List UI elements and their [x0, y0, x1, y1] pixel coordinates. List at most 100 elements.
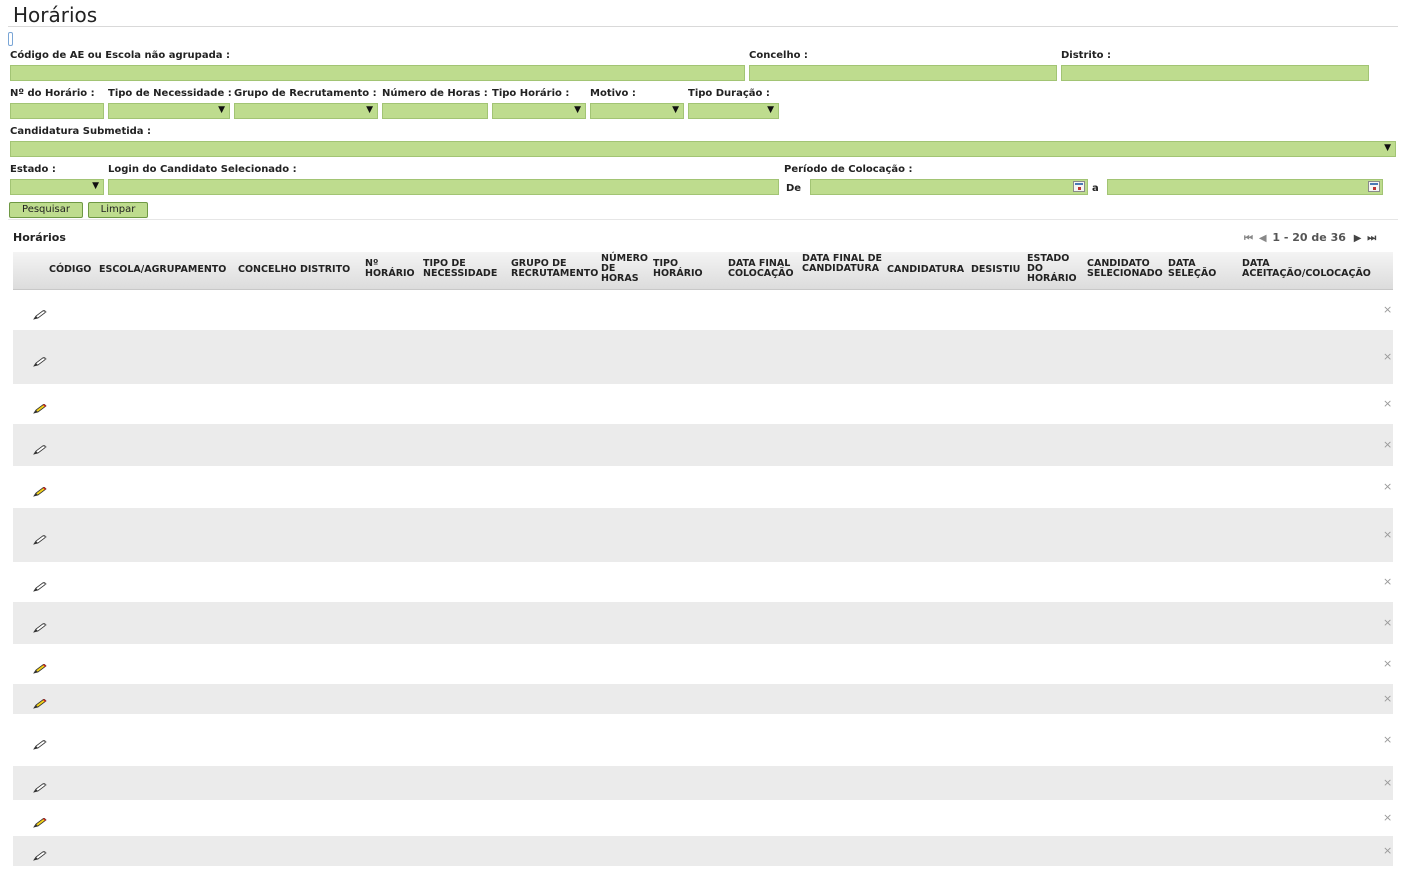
tipo-necessidade-select[interactable] [108, 103, 230, 119]
col-concelho[interactable]: CONCELHO [238, 265, 297, 275]
col-codigo[interactable]: CÓDIGO [49, 265, 91, 275]
edit-pencil-icon[interactable] [33, 399, 47, 414]
table-cell [1242, 804, 1382, 832]
table-row[interactable]: × [13, 508, 1393, 562]
concelho-input[interactable] [749, 65, 1057, 81]
numero-horas-input[interactable] [382, 103, 488, 119]
col-grupo-recrutamento[interactable]: GRUPO DE RECRUTAMENTO [511, 259, 601, 279]
delete-icon[interactable]: × [1383, 303, 1392, 316]
col-candidato-selecionado[interactable]: CANDIDATO SELECIONADO [1087, 259, 1167, 279]
delete-icon[interactable]: × [1383, 733, 1392, 746]
edit-pencil-icon[interactable] [33, 482, 47, 497]
delete-icon[interactable]: × [1383, 776, 1392, 789]
edit-pencil-icon[interactable] [33, 577, 47, 592]
edit-pencil-icon[interactable] [33, 659, 47, 674]
periodo-end-input[interactable] [1107, 179, 1383, 195]
table-cell [728, 606, 800, 640]
candidatura-select[interactable] [10, 141, 1396, 157]
next-page-icon[interactable]: ▶ [1354, 233, 1362, 244]
table-cell [601, 428, 649, 462]
col-tipo-horario[interactable]: TIPO HORÁRIO [653, 259, 703, 279]
col-escola[interactable]: ESCOLA/AGRUPAMENTO [99, 265, 226, 275]
col-num-horario[interactable]: Nº HORÁRIO [365, 259, 415, 279]
edit-pencil-icon[interactable] [33, 530, 47, 545]
clear-button[interactable]: Limpar [88, 202, 148, 218]
col-candidatura[interactable]: CANDIDATURA [887, 265, 964, 275]
tipo-horario-select[interactable] [492, 103, 586, 119]
table-cell [1027, 648, 1083, 680]
table-cell [728, 512, 800, 558]
search-button[interactable]: Pesquisar [9, 202, 83, 218]
edit-pencil-icon[interactable] [33, 440, 47, 455]
login-input[interactable] [108, 179, 779, 195]
col-tipo-necessidade[interactable]: TIPO DE NECESSIDADE [423, 259, 503, 279]
delete-icon[interactable]: × [1383, 657, 1392, 670]
table-cell [971, 840, 1025, 862]
table-cell [238, 840, 296, 862]
distrito-input[interactable] [1061, 65, 1369, 81]
table-row[interactable]: × [13, 424, 1393, 466]
delete-icon[interactable]: × [1383, 397, 1392, 410]
delete-icon[interactable]: × [1383, 480, 1392, 493]
edit-pencil-icon[interactable] [33, 735, 47, 750]
periodo-start-input[interactable] [810, 179, 1088, 195]
num-horario-input[interactable] [10, 103, 104, 119]
edit-pencil-icon[interactable] [33, 694, 47, 709]
estado-select[interactable] [10, 179, 104, 195]
table-row[interactable]: × [13, 602, 1393, 644]
col-data-final-candidatura[interactable]: DATA FINAL DE CANDIDATURA [802, 254, 882, 274]
delete-icon[interactable]: × [1383, 811, 1392, 824]
edit-pencil-icon[interactable] [33, 846, 47, 861]
table-row[interactable]: × [13, 684, 1393, 714]
table-cell [601, 840, 649, 862]
delete-icon[interactable]: × [1383, 528, 1392, 541]
edit-pencil-icon[interactable] [33, 813, 47, 828]
table-cell [1027, 512, 1083, 558]
edit-pencil-icon[interactable] [33, 778, 47, 793]
calendar-icon[interactable] [1073, 181, 1085, 192]
delete-icon[interactable]: × [1383, 692, 1392, 705]
col-numero-horas[interactable]: NÚMERO DE HORAS [601, 254, 649, 284]
delete-icon[interactable]: × [1383, 844, 1392, 857]
tipo-duracao-select[interactable] [688, 103, 779, 119]
delete-icon[interactable]: × [1383, 616, 1392, 629]
motivo-select[interactable] [590, 103, 684, 119]
last-page-icon[interactable]: ⏭ [1367, 233, 1376, 244]
col-data-final-colocacao[interactable]: DATA FINAL COLOCAÇÃO [728, 259, 800, 279]
table-cell [653, 566, 723, 598]
edit-pencil-icon[interactable] [33, 352, 47, 367]
edit-pencil-icon[interactable] [33, 618, 47, 633]
table-cell [802, 606, 882, 640]
grupo-recrutamento-select[interactable] [234, 103, 378, 119]
table-row[interactable]: × [13, 562, 1393, 602]
delete-icon[interactable]: × [1383, 575, 1392, 588]
table-cell [971, 334, 1025, 380]
table-row[interactable]: × [13, 290, 1393, 330]
prev-page-icon[interactable]: ◀ [1259, 233, 1267, 244]
table-row[interactable]: × [13, 466, 1393, 508]
table-cell [238, 804, 296, 832]
edit-pencil-icon[interactable] [33, 305, 47, 320]
estado-label: Estado : [10, 164, 56, 175]
col-estado-horario[interactable]: ESTADO DO HORÁRIO [1027, 254, 1082, 284]
table-row[interactable]: × [13, 384, 1393, 424]
table-cell [99, 512, 233, 558]
col-data-selecao[interactable]: DATA SELEÇÃO [1168, 259, 1220, 279]
table-cell [802, 294, 882, 326]
calendar-icon[interactable] [1368, 181, 1380, 192]
first-page-icon[interactable]: ⏮ [1244, 233, 1253, 244]
col-distrito[interactable]: DISTRITO [300, 265, 350, 275]
table-row[interactable]: × [13, 836, 1393, 866]
table-row[interactable]: × [13, 800, 1393, 836]
col-data-aceitacao[interactable]: DATA ACEITAÇÃO/COLOCAÇÃO [1242, 259, 1382, 279]
table-cell [802, 334, 882, 380]
table-row[interactable]: × [13, 714, 1393, 766]
col-desistiu[interactable]: DESISTIU [971, 265, 1020, 275]
delete-icon[interactable]: × [1383, 350, 1392, 363]
table-row[interactable]: × [13, 644, 1393, 684]
delete-icon[interactable]: × [1383, 438, 1392, 451]
table-row[interactable]: × [13, 330, 1393, 384]
codigo-input[interactable] [10, 65, 745, 81]
table-row[interactable]: × [13, 766, 1393, 800]
table-cell [1168, 470, 1238, 504]
